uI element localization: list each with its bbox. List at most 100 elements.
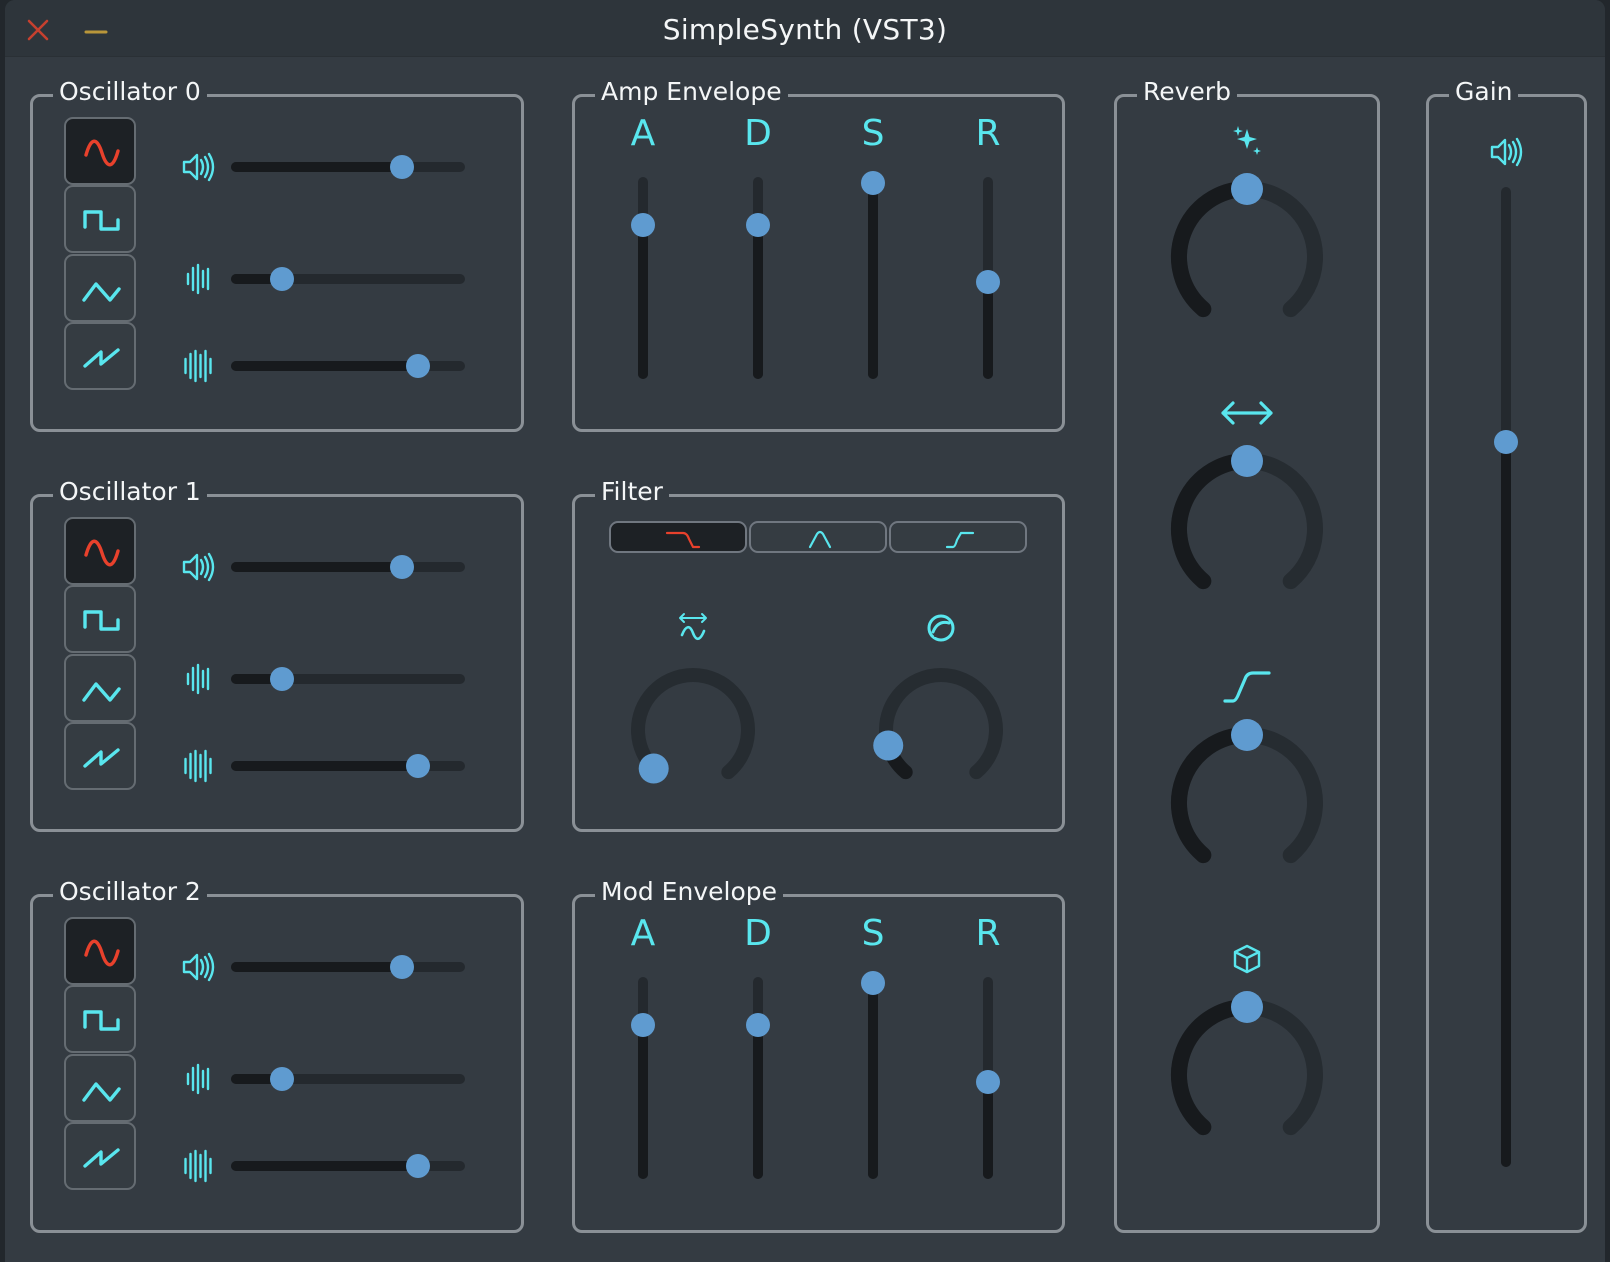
- oscillator-2-group: Oscillator 2: [30, 875, 524, 1233]
- oscillator-0-title: Oscillator 0: [53, 75, 207, 109]
- slider-thumb[interactable]: [270, 267, 295, 291]
- slider-thumb[interactable]: [631, 213, 655, 238]
- cutoff-icon: [679, 613, 707, 641]
- osc-1-square-wave-button[interactable]: [64, 585, 136, 653]
- reverb-knob-2[interactable]: [1147, 703, 1347, 903]
- reverb-knob-1[interactable]: [1147, 429, 1347, 629]
- reverb-knob-3[interactable]: [1147, 975, 1347, 1175]
- osc-0-slider-2[interactable]: [231, 351, 465, 381]
- volume-icon: [182, 952, 215, 982]
- mod-a-slider[interactable]: [628, 977, 658, 1179]
- filter-lowpass-button[interactable]: [609, 521, 747, 553]
- reverb-title: Reverb: [1137, 75, 1237, 109]
- amp-envelope-title: Amp Envelope: [595, 75, 788, 109]
- title-bar: SimpleSynth (VST3): [5, 0, 1605, 57]
- unison-waveform-icon: [184, 1149, 212, 1183]
- slider-thumb[interactable]: [1494, 429, 1518, 454]
- knob-thumb[interactable]: [1231, 173, 1263, 205]
- mod-d-slider[interactable]: [743, 977, 773, 1179]
- osc-2-triangle-wave-button[interactable]: [64, 1054, 136, 1122]
- slider-thumb[interactable]: [389, 155, 414, 179]
- mod-r-slider[interactable]: [973, 977, 1003, 1179]
- bandpass-icon: [808, 530, 832, 549]
- slider-fill: [231, 1161, 419, 1171]
- unison-waveform-icon: [184, 349, 212, 383]
- mod-envelope-title: Mod Envelope: [595, 875, 783, 909]
- oscillator-1-title: Oscillator 1: [53, 475, 207, 509]
- amp-r-slider[interactable]: [973, 177, 1003, 379]
- amp-d-slider[interactable]: [743, 177, 773, 379]
- slider-thumb[interactable]: [389, 955, 414, 979]
- knob-thumb[interactable]: [638, 753, 669, 784]
- slider-thumb[interactable]: [746, 1013, 770, 1038]
- knob-thumb[interactable]: [873, 730, 904, 761]
- filter-group: Filter: [572, 475, 1065, 832]
- mod-s-slider[interactable]: [858, 971, 888, 1179]
- slider-fill: [753, 225, 763, 379]
- reverb-knob-0[interactable]: [1147, 157, 1347, 357]
- slider-fill: [868, 183, 878, 379]
- slider-thumb[interactable]: [976, 270, 1000, 295]
- osc-0-slider-1[interactable]: [231, 264, 465, 294]
- volume-icon: [182, 152, 215, 182]
- slider-thumb[interactable]: [270, 1067, 295, 1091]
- amp-s-slider[interactable]: [858, 171, 888, 379]
- slider-fill: [231, 761, 419, 771]
- mod-r-label: R: [975, 913, 1001, 954]
- filter-highpass-button[interactable]: [889, 521, 1027, 553]
- osc-1-sine-wave-button[interactable]: [64, 517, 136, 585]
- triangle-wave-icon: [82, 1082, 121, 1102]
- knob-fill: [1171, 727, 1255, 864]
- unison-waveform-icon: [184, 749, 212, 783]
- osc-0-sine-wave-button[interactable]: [64, 117, 136, 185]
- gain-group: Gain: [1426, 75, 1587, 1233]
- slider-thumb[interactable]: [746, 213, 770, 238]
- osc-1-slider-1[interactable]: [231, 664, 465, 694]
- slider-thumb[interactable]: [406, 754, 431, 778]
- oscillator-2-title: Oscillator 2: [53, 875, 207, 909]
- knob-thumb[interactable]: [1231, 719, 1263, 751]
- detune-waveform-icon: [186, 663, 210, 695]
- osc-1-saw-wave-button[interactable]: [64, 722, 136, 790]
- slider-thumb[interactable]: [406, 354, 431, 378]
- slider-thumb[interactable]: [631, 1013, 655, 1038]
- osc-0-saw-wave-button[interactable]: [64, 322, 136, 390]
- knob-thumb[interactable]: [1231, 445, 1263, 477]
- gain-slider[interactable]: [1491, 187, 1521, 1167]
- mod-envelope-group: Mod Envelope A D S R: [572, 875, 1065, 1233]
- osc-1-slider-0[interactable]: [231, 552, 465, 582]
- osc-2-slider-1[interactable]: [231, 1064, 465, 1094]
- slider-thumb[interactable]: [406, 1154, 431, 1178]
- amp-a-slider[interactable]: [628, 177, 658, 379]
- triangle-wave-icon: [82, 282, 121, 302]
- amp-r-label: R: [975, 113, 1001, 154]
- filter-cutoff-knob[interactable]: [609, 646, 777, 814]
- slider-thumb[interactable]: [270, 667, 295, 691]
- filter-bandpass-button[interactable]: [749, 521, 887, 553]
- oscillator-0-group: Oscillator 0: [30, 75, 524, 432]
- slider-thumb[interactable]: [976, 1070, 1000, 1095]
- osc-2-slider-0[interactable]: [231, 952, 465, 982]
- amp-envelope-group: Amp Envelope A D S R: [572, 75, 1065, 432]
- knob-fill: [1171, 181, 1255, 318]
- osc-0-square-wave-button[interactable]: [64, 185, 136, 253]
- osc-2-sine-wave-button[interactable]: [64, 917, 136, 985]
- saw-wave-icon: [83, 1148, 120, 1168]
- osc-1-triangle-wave-button[interactable]: [64, 654, 136, 722]
- filter-resonance-knob[interactable]: [857, 646, 1025, 814]
- knob-track: [879, 668, 1003, 780]
- osc-2-slider-2[interactable]: [231, 1151, 465, 1181]
- slider-thumb[interactable]: [861, 171, 885, 196]
- osc-0-triangle-wave-button[interactable]: [64, 254, 136, 322]
- slider-thumb[interactable]: [389, 555, 414, 579]
- slider-fill: [753, 1025, 763, 1179]
- osc-2-square-wave-button[interactable]: [64, 985, 136, 1053]
- knob-thumb[interactable]: [1231, 991, 1263, 1023]
- osc-1-slider-2[interactable]: [231, 751, 465, 781]
- room-cube-icon: [1233, 944, 1261, 974]
- osc-0-slider-0[interactable]: [231, 152, 465, 182]
- amp-a-label: A: [630, 113, 656, 154]
- slider-thumb[interactable]: [861, 971, 885, 996]
- osc-2-saw-wave-button[interactable]: [64, 1122, 136, 1190]
- amp-s-label: S: [861, 113, 885, 154]
